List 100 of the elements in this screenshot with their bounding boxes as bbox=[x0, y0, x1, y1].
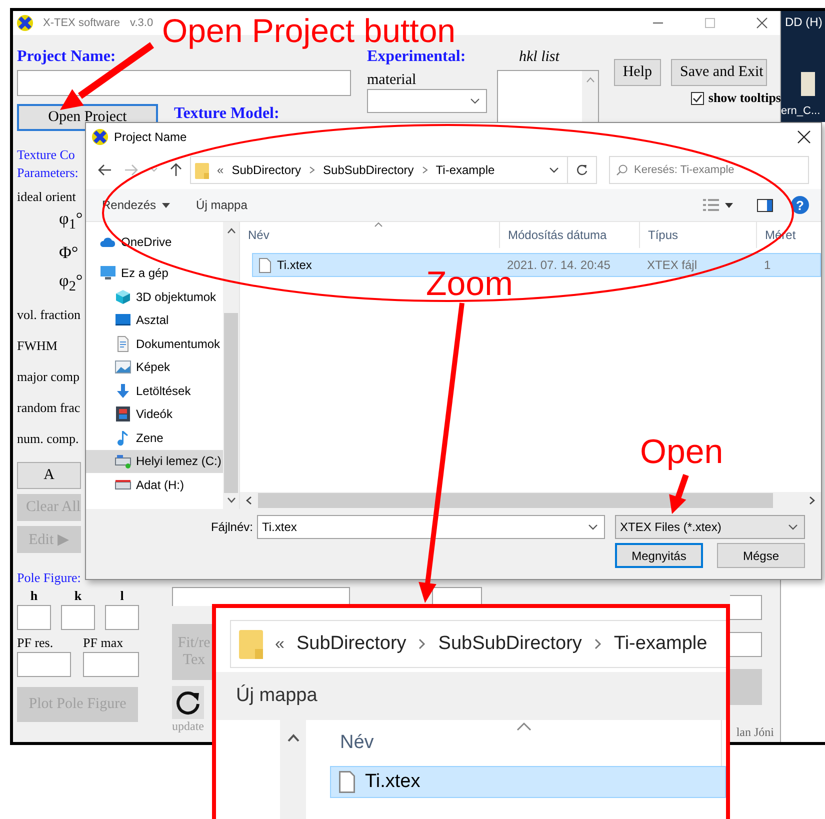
scroll-up-icon[interactable] bbox=[226, 228, 236, 234]
new-folder-button[interactable]: Új mappa bbox=[196, 198, 248, 212]
chevron-down-icon bbox=[588, 524, 598, 530]
nav-item[interactable]: Letöltések bbox=[86, 379, 223, 402]
chevron-right-icon bbox=[418, 638, 426, 650]
search-icon bbox=[616, 164, 628, 176]
index-field[interactable] bbox=[17, 605, 51, 630]
scrollbar-thumb[interactable] bbox=[224, 313, 238, 493]
action-button[interactable]: A bbox=[17, 462, 81, 489]
pointer-arrow bbox=[669, 474, 689, 514]
parameter-label: random frac bbox=[17, 398, 80, 416]
modified-date: 2021. 07. 14. 20:45 bbox=[507, 258, 612, 272]
pole-figure-label: Pole Figure: bbox=[17, 569, 81, 587]
address-bar[interactable]: « SubDirectory SubSubDirectory Ti-example bbox=[190, 156, 568, 184]
chevron-down-icon[interactable] bbox=[549, 167, 559, 173]
parameter-label: major comp bbox=[17, 368, 80, 386]
material-dropdown[interactable] bbox=[367, 89, 487, 113]
refresh-button[interactable] bbox=[172, 686, 204, 719]
refresh-button[interactable] bbox=[567, 156, 597, 184]
tooltips-label: show tooltips bbox=[708, 91, 781, 105]
credit-text: lan Jóni bbox=[736, 725, 774, 740]
desktop-icon-label[interactable]: ern_C... bbox=[781, 105, 820, 117]
text-field[interactable] bbox=[172, 587, 350, 606]
scroll-left-icon[interactable] bbox=[246, 496, 252, 505]
file-size: 1 bbox=[763, 258, 772, 272]
nav-item[interactable]: Asztal bbox=[86, 308, 223, 332]
help-button[interactable]: Help bbox=[614, 59, 661, 86]
angle-label: φ$_{2}$° bbox=[59, 271, 83, 296]
tooltips-checkbox[interactable] bbox=[691, 92, 704, 104]
nav-item[interactable]: Adat (H:) bbox=[86, 473, 223, 496]
texture-model-label: Texture Model: bbox=[174, 104, 280, 122]
file-type-dropdown[interactable]: XTEX Files (*.xtex) bbox=[615, 515, 805, 539]
nav-item[interactable]: Ez a gép bbox=[86, 262, 223, 285]
version-label: v.3.0 bbox=[130, 17, 154, 29]
search-field[interactable]: Keresés: Ti-example bbox=[609, 156, 809, 184]
dialog-title: Project Name bbox=[114, 130, 187, 144]
material-label: material bbox=[367, 71, 418, 89]
checkmark-icon bbox=[692, 92, 704, 104]
cancel-button[interactable]: Mégse bbox=[717, 543, 805, 568]
ideal-orientation-label: ideal orient bbox=[17, 188, 76, 206]
nav-item[interactable]: Videók bbox=[86, 402, 223, 426]
music-note-icon bbox=[115, 430, 131, 446]
pf-resolution-field[interactable] bbox=[17, 652, 71, 677]
angle-field[interactable] bbox=[730, 595, 762, 620]
chevron-right-icon bbox=[594, 638, 602, 650]
nav-item[interactable]: 3D objektumok bbox=[86, 285, 223, 308]
scroll-right-icon[interactable] bbox=[809, 496, 815, 505]
chevron-right-icon bbox=[309, 166, 316, 174]
index-label: l bbox=[120, 587, 124, 605]
caret-icon[interactable] bbox=[725, 202, 733, 208]
update-label: update bbox=[172, 719, 204, 734]
nav-item[interactable]: OneDrive bbox=[86, 230, 223, 254]
column-header[interactable]: Típus bbox=[640, 222, 757, 248]
parameter-label: num. comp. bbox=[17, 430, 79, 448]
column-header[interactable]: Név bbox=[240, 222, 500, 248]
close-icon[interactable] bbox=[797, 130, 811, 144]
column-header[interactable]: Módosítás dátuma bbox=[500, 222, 640, 248]
file-name-field[interactable]: Ti.xtex bbox=[257, 515, 605, 539]
value-field[interactable] bbox=[730, 632, 762, 657]
caret-icon[interactable] bbox=[162, 202, 170, 208]
parameter-label: FWHM bbox=[17, 336, 58, 354]
index-field[interactable] bbox=[105, 605, 139, 630]
chevron-down-icon bbox=[470, 98, 480, 104]
experimental-label: Experimental: bbox=[367, 48, 467, 66]
preview-pane-icon[interactable] bbox=[757, 198, 773, 212]
view-options-icon[interactable] bbox=[703, 199, 719, 211]
file-icon[interactable] bbox=[800, 71, 816, 97]
section-label: Parameters: bbox=[17, 164, 78, 182]
index-field[interactable] bbox=[61, 605, 95, 630]
scrollbar-thumb[interactable] bbox=[258, 493, 773, 508]
scroll-down-icon[interactable] bbox=[226, 497, 236, 503]
parameter-label: vol. fraction bbox=[17, 306, 81, 324]
forward-arrow-icon[interactable] bbox=[124, 164, 138, 176]
file-row: Ti.xtex bbox=[330, 766, 726, 798]
nav-item[interactable]: Dokumentumok bbox=[86, 332, 223, 356]
new-folder-button[interactable]: Új mappa bbox=[236, 685, 318, 707]
nav-item[interactable]: Képek bbox=[86, 356, 223, 379]
help-icon[interactable]: ? bbox=[791, 196, 809, 214]
back-arrow-icon[interactable] bbox=[98, 164, 112, 176]
app-logo-icon bbox=[92, 129, 108, 145]
chevron-down-icon bbox=[788, 524, 798, 530]
nav-item[interactable]: Zene bbox=[86, 426, 223, 450]
app-logo-icon bbox=[17, 15, 33, 31]
drive-label: DD (H) bbox=[785, 15, 822, 29]
project-name-field[interactable] bbox=[17, 70, 351, 96]
document-icon bbox=[115, 336, 131, 352]
save-and-exit-button[interactable]: Save and Exit bbox=[671, 59, 767, 86]
nav-item[interactable]: Helyi lemez (C:) bbox=[86, 450, 223, 473]
column-header: Név bbox=[339, 732, 374, 754]
sort-caret-icon bbox=[374, 222, 383, 227]
index-label: k bbox=[74, 587, 82, 605]
scroll-up-icon bbox=[286, 734, 300, 742]
close-icon[interactable] bbox=[756, 17, 768, 29]
file-name-label: Fájlnév: bbox=[210, 520, 253, 534]
open-button[interactable]: Megnyitás bbox=[615, 543, 703, 568]
chevron-right-icon bbox=[422, 166, 428, 174]
pf-max-field[interactable] bbox=[83, 652, 139, 677]
section-label: Texture Co bbox=[17, 146, 75, 164]
up-arrow-icon[interactable] bbox=[170, 163, 182, 177]
address-bar: « SubDirectory SubSubDirectory Ti-example bbox=[230, 620, 726, 668]
